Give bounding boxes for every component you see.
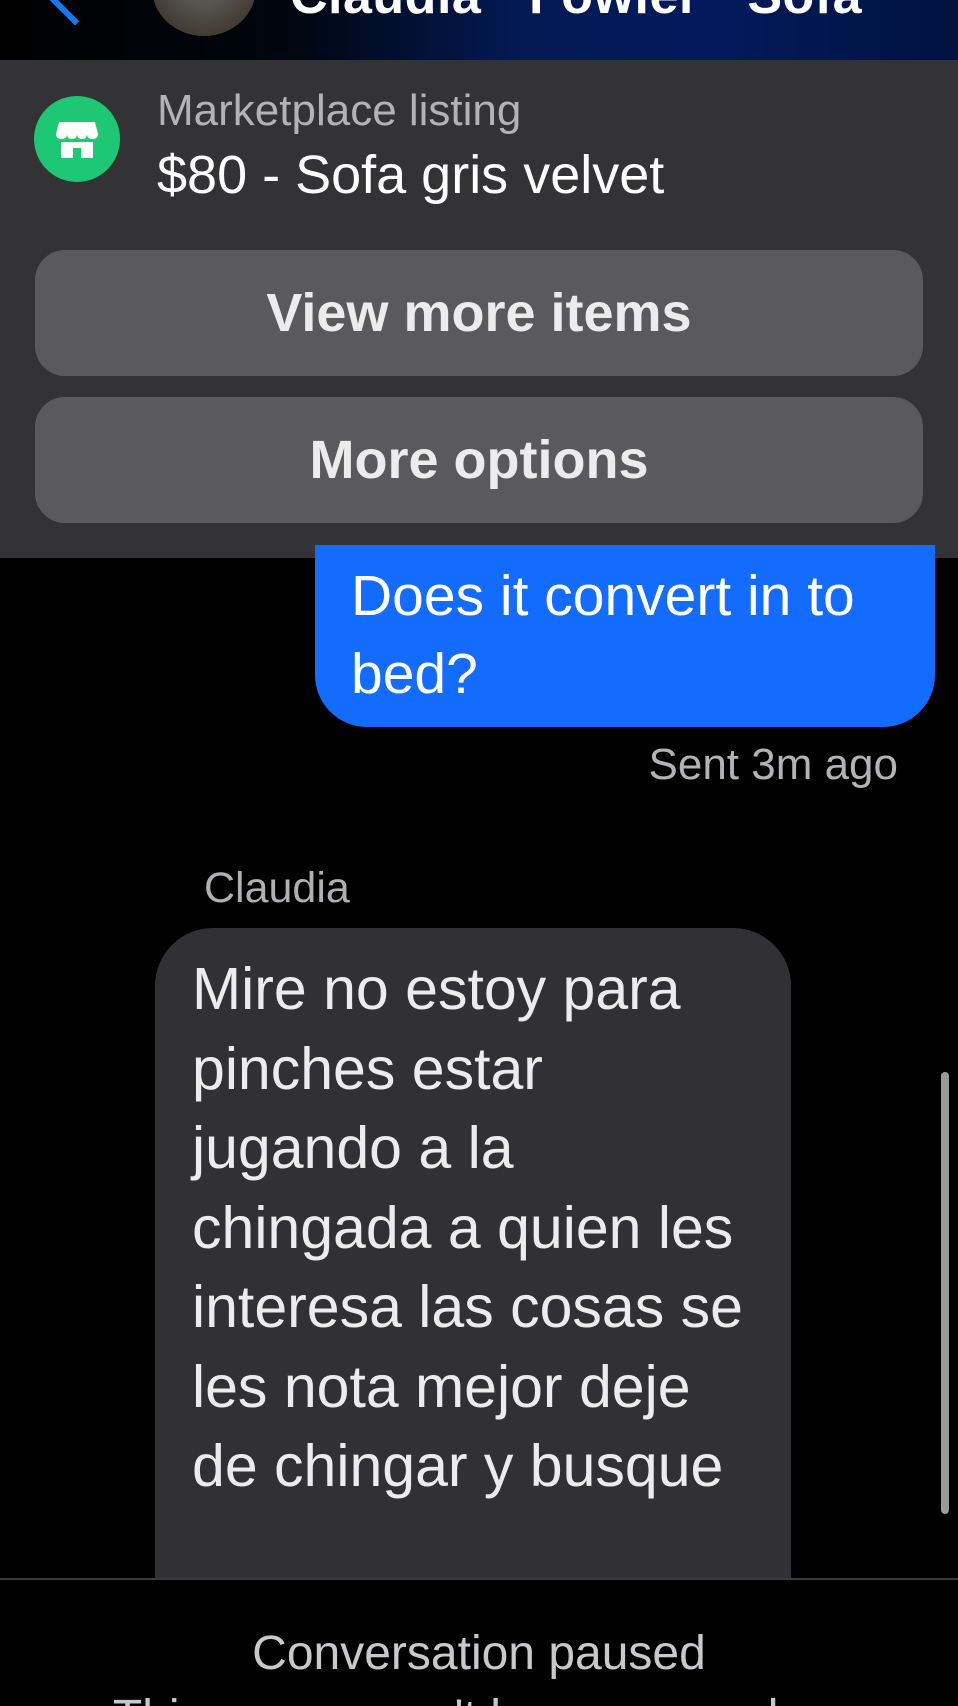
marketplace-listing-panel: Marketplace listing $80 - Sofa gris velv… — [0, 60, 958, 558]
more-options-button[interactable]: More options — [35, 397, 923, 523]
back-chevron-icon[interactable] — [42, 0, 108, 26]
listing-label: Marketplace listing — [157, 86, 522, 135]
conversation-paused-footer: Conversation paused This person can't be… — [0, 1578, 958, 1706]
marketplace-store-icon — [34, 96, 120, 182]
conversation-title[interactable]: Claudia · Fowler · Sofa — [290, 0, 862, 26]
scrollbar[interactable] — [941, 1072, 949, 1514]
sender-name: Claudia — [204, 864, 350, 912]
paused-subtitle: This person can't be messaged on — [0, 1690, 958, 1706]
avatar[interactable] — [152, 0, 256, 36]
listing-title[interactable]: $80 - Sofa gris velvet — [157, 144, 664, 206]
messenger-chat-screen: Claudia · Fowler · Sofa Marketplace list… — [0, 0, 958, 1706]
sent-message-bubble[interactable]: Does it convert in to bed? — [315, 545, 935, 727]
paused-title: Conversation paused — [252, 1627, 706, 1680]
view-more-items-button[interactable]: View more items — [35, 250, 923, 376]
top-nav-bar: Claudia · Fowler · Sofa — [0, 0, 958, 60]
sent-status: Sent 3m ago — [648, 740, 899, 789]
